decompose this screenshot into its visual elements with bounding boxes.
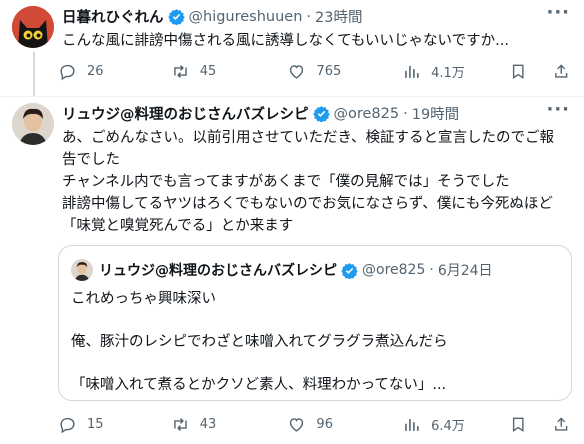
quoted-handle: @ore825	[362, 262, 426, 278]
share-icon[interactable]	[552, 62, 570, 81]
bookmark-icon[interactable]	[509, 415, 527, 434]
like-count: 765	[316, 64, 342, 79]
separator-dot: ·	[403, 105, 408, 122]
like-button[interactable]: 765	[287, 62, 402, 81]
quoted-tweet-header: リュウジ@料理のおじさんバズレシピ @ore825 · 6月24日	[71, 259, 493, 281]
reply-icon	[60, 417, 75, 434]
person-avatar-image	[71, 259, 93, 281]
retweet-count: 43	[199, 417, 217, 432]
retweet-count: 45	[199, 64, 217, 79]
timestamp[interactable]: 19時間	[412, 103, 459, 124]
separator-dot: ·	[429, 262, 434, 278]
separator-dot: ·	[306, 8, 312, 25]
display-name[interactable]: リュウジ@料理のおじさんバズレシピ	[62, 103, 309, 124]
retweet-button[interactable]: 43	[171, 415, 288, 434]
quoted-tweet[interactable]: リュウジ@料理のおじさんバズレシピ @ore825 · 6月24日 これめっちゃ…	[58, 245, 572, 401]
retweet-button[interactable]: 45	[171, 62, 288, 81]
reply-button[interactable]: 15	[58, 415, 171, 434]
thread-line	[33, 52, 35, 96]
heart-icon	[290, 418, 304, 432]
view-count: 4.1万	[431, 66, 465, 81]
views-bar-chart-icon	[405, 65, 419, 78]
more-options-icon[interactable]: ···	[546, 2, 570, 23]
quoted-display-name: リュウジ@料理のおじさんバズレシピ	[99, 263, 337, 279]
tweet-2-actions: 15 43 96 6.4万	[58, 415, 570, 434]
person-avatar-image	[12, 103, 54, 145]
reply-count: 26	[87, 64, 104, 79]
retweet-icon	[174, 65, 187, 78]
more-options-icon[interactable]: ···	[546, 99, 570, 120]
share-icon[interactable]	[552, 415, 570, 434]
tweet-2[interactable]: リュウジ@料理のおじさんバズレシピ @ore825 · 19時間 ··· あ、ご…	[0, 97, 584, 444]
quoted-avatar	[71, 259, 93, 281]
tweet-2-text: あ、ごめんなさい。以前引用させていただき、検証すると宣言したのでご報 告でした …	[62, 130, 554, 234]
tweet-1-text: こんな風に誹謗中傷される風に誘導しなくてもいいじゃないですか...	[62, 33, 509, 49]
retweet-icon	[174, 418, 187, 431]
like-button[interactable]: 96	[287, 415, 402, 434]
black-cat-avatar-image	[12, 6, 54, 48]
handle[interactable]: @higureshuuen	[189, 9, 303, 25]
timestamp[interactable]: 23時間	[315, 6, 362, 27]
heart-icon	[290, 65, 304, 79]
views-button[interactable]: 4.1万	[402, 62, 509, 81]
reply-count: 15	[87, 417, 104, 432]
avatar-ryuji[interactable]	[12, 103, 54, 145]
verified-badge-icon	[341, 262, 358, 279]
handle[interactable]: @ore825	[334, 106, 400, 122]
views-bar-chart-icon	[405, 418, 419, 431]
view-count: 6.4万	[431, 419, 465, 434]
display-name[interactable]: 日暮れひぐれん	[62, 6, 164, 27]
reply-button[interactable]: 26	[58, 62, 171, 81]
reply-icon	[60, 64, 75, 81]
verified-badge-icon	[312, 106, 330, 122]
tweet-1-header: 日暮れひぐれん @higureshuuen · 23時間	[62, 6, 362, 27]
quoted-tweet-text: これめっちゃ興味深い 俺、豚汁のレシピでわざと味噌入れてグラグラ煮込んだら 「味…	[71, 291, 448, 393]
like-count: 96	[316, 417, 333, 432]
bookmark-icon[interactable]	[509, 62, 527, 81]
verified-badge-icon	[167, 9, 185, 25]
avatar-higuren[interactable]	[12, 6, 54, 48]
views-button[interactable]: 6.4万	[402, 415, 509, 434]
quoted-date: 6月24日	[437, 263, 493, 279]
tweet-1[interactable]: 日暮れひぐれん @higureshuuen · 23時間 ··· こんな風に誹謗…	[0, 0, 584, 96]
tweet-1-actions: 26 45 765 4.1万	[58, 62, 570, 81]
tweet-2-header: リュウジ@料理のおじさんバズレシピ @ore825 · 19時間	[62, 103, 459, 124]
